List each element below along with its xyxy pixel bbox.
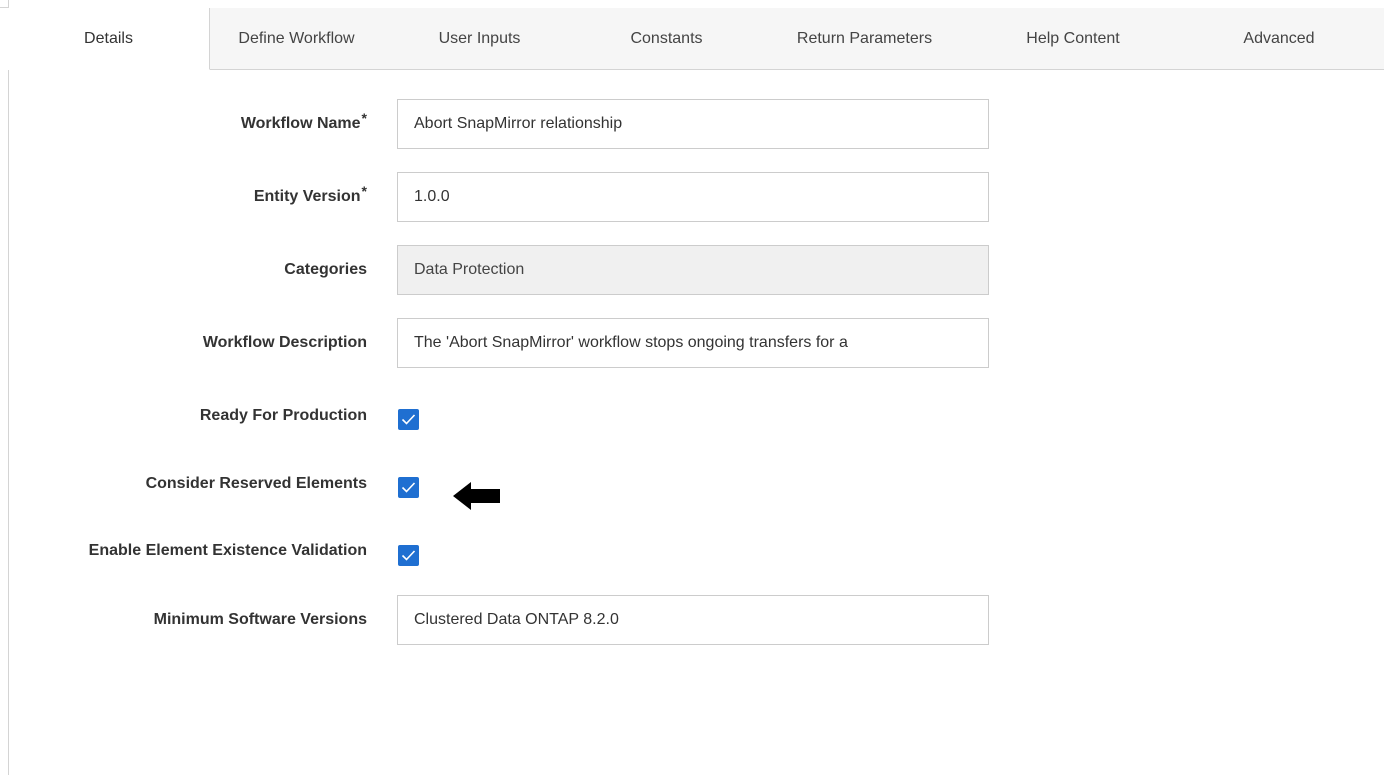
consider-reserved-elements-row: Consider Reserved Elements xyxy=(0,459,1384,509)
ready-for-production-checkbox[interactable] xyxy=(398,409,419,430)
element-existence-validation-checkbox[interactable] xyxy=(398,545,419,566)
tab-bar: Details Define Workflow User Inputs Cons… xyxy=(8,8,1384,70)
entity-version-input[interactable]: 1.0.0 xyxy=(397,172,989,222)
minimum-software-versions-row: Minimum Software Versions Clustered Data… xyxy=(0,595,1384,645)
left-arrow-icon xyxy=(453,482,500,510)
categories-row: Categories Data Protection xyxy=(0,245,1384,295)
ready-for-production-row: Ready For Production xyxy=(0,391,1384,441)
consider-reserved-elements-label: Consider Reserved Elements xyxy=(145,475,367,492)
minimum-software-versions-input[interactable]: Clustered Data ONTAP 8.2.0 xyxy=(397,595,989,645)
minimum-software-versions-label: Minimum Software Versions xyxy=(153,611,367,628)
check-icon xyxy=(401,414,416,425)
tab-define-workflow[interactable]: Define Workflow xyxy=(210,8,383,70)
categories-label: Categories xyxy=(284,261,367,278)
tab-constants[interactable]: Constants xyxy=(576,8,757,70)
workflow-name-input[interactable]: Abort SnapMirror relationship xyxy=(397,99,989,149)
workflow-name-label: Workflow Name* xyxy=(240,110,367,132)
tab-user-inputs[interactable]: User Inputs xyxy=(383,8,576,70)
ready-for-production-label: Ready For Production xyxy=(199,407,367,424)
consider-reserved-elements-checkbox[interactable] xyxy=(398,477,419,498)
tab-return-parameters[interactable]: Return Parameters xyxy=(757,8,972,70)
workflow-description-label: Workflow Description xyxy=(202,334,367,351)
required-mark: * xyxy=(361,183,367,199)
element-existence-validation-label: Enable Element Existence Validation xyxy=(88,542,367,559)
check-icon xyxy=(401,550,416,561)
tab-help-content[interactable]: Help Content xyxy=(972,8,1174,70)
element-existence-validation-row: Enable Element Existence Validation xyxy=(0,526,1384,576)
entity-version-label: Entity Version* xyxy=(253,183,367,205)
workflow-description-row: Workflow Description The 'Abort SnapMirr… xyxy=(0,318,1384,368)
workflow-description-input[interactable]: The 'Abort SnapMirror' workflow stops on… xyxy=(397,318,989,368)
tab-advanced[interactable]: Advanced xyxy=(1174,8,1384,70)
categories-field: Data Protection xyxy=(397,245,989,295)
tab-details[interactable]: Details xyxy=(8,8,210,70)
entity-version-row: Entity Version* 1.0.0 xyxy=(0,172,1384,222)
workflow-name-row: Workflow Name* Abort SnapMirror relation… xyxy=(0,99,1384,149)
check-icon xyxy=(401,482,416,493)
required-mark: * xyxy=(361,110,367,126)
